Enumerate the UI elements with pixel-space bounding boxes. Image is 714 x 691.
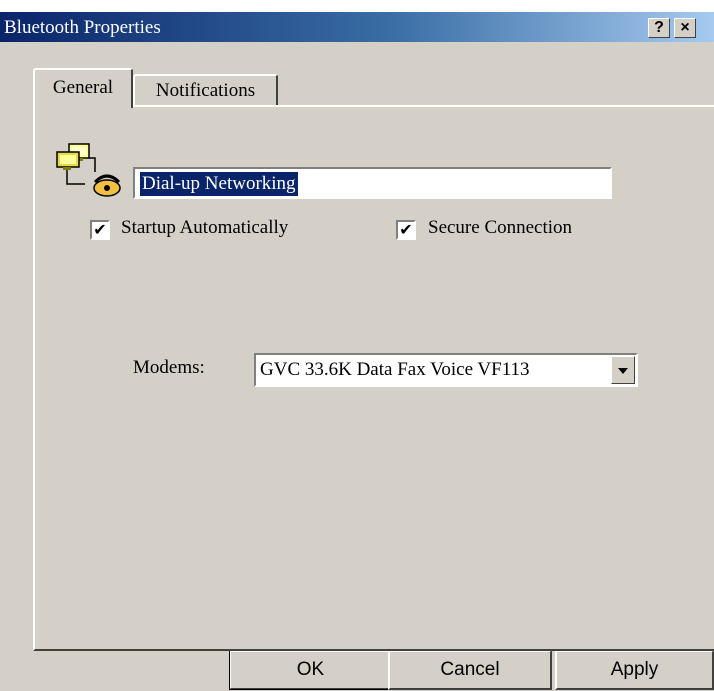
ok-button[interactable]: OK [229,650,392,690]
startup-automatically-label[interactable]: Startup Automatically [121,217,288,239]
close-button[interactable]: × [674,18,696,38]
modems-label: Modems: [133,357,205,378]
connection-name-field[interactable]: Dial-up Networking [133,167,612,199]
cancel-button[interactable]: Cancel [388,650,552,690]
properties-dialog: Bluetooth Properties ? × General Notific… [0,12,714,691]
modems-selected-value: GVC 33.6K Data Fax Voice VF113 [260,359,530,380]
connection-name-value: Dial-up Networking [140,172,298,196]
secure-connection-label[interactable]: Secure Connection [428,217,572,239]
startup-automatically-checkbox[interactable]: ✔ [90,220,110,240]
tab-notifications[interactable]: Notifications [133,74,278,105]
title-bar[interactable]: Bluetooth Properties ? × [0,12,714,42]
apply-button[interactable]: Apply [555,650,714,690]
tab-general[interactable]: General [33,68,133,108]
dialup-networking-icon [56,143,121,197]
help-button[interactable]: ? [648,18,670,38]
modems-select[interactable]: GVC 33.6K Data Fax Voice VF113 [254,353,638,387]
chevron-down-icon[interactable] [611,356,635,384]
window-title: Bluetooth Properties [4,17,161,38]
secure-connection-checkbox[interactable]: ✔ [396,220,416,240]
